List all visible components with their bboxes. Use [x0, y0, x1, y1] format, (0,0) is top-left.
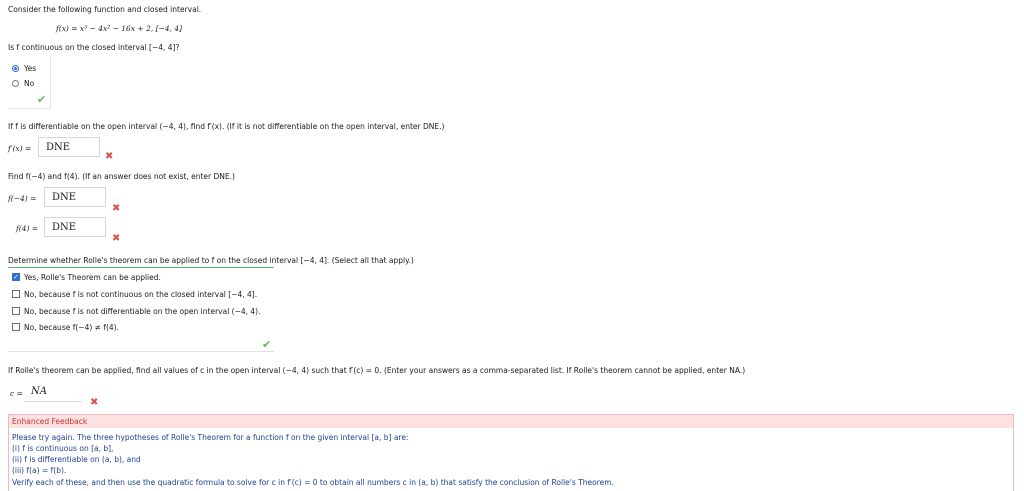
q4-prompt: Determine whether Rolle's theorem can be… [8, 256, 414, 265]
q3-label-f-neg4: f(−4) = [8, 194, 37, 203]
q1-option-no-label: No [24, 79, 35, 88]
q1-radio-no[interactable] [12, 80, 19, 87]
q2-label: f′(x) = [8, 144, 32, 153]
q5-answer-field[interactable]: NA [24, 382, 82, 402]
q4-option-2-label: No, because f is not continuous on the c… [24, 290, 258, 299]
enhanced-feedback-panel: Enhanced Feedback Please try again. The … [8, 414, 1014, 491]
q4-checkbox-not-continuous[interactable] [12, 290, 20, 298]
q1-prompt: Is f continuous on the closed interval [… [8, 43, 180, 52]
feedback-line: (ii) f is differentiable on (a, b), and [12, 455, 141, 464]
q4-option-4-label: No, because f(−4) ≠ f(4). [24, 323, 119, 332]
q1-option-yes-label: Yes [24, 64, 37, 73]
feedback-line: Verify each of these, and then use the q… [12, 478, 614, 487]
q4-option-3-label: No, because f is not differentiable on t… [24, 307, 261, 316]
q2-answer-field[interactable]: DNE [38, 137, 100, 157]
x-icon: ✖ [112, 233, 121, 244]
q4-option-1-label: Yes, Rolle's Theorem can be applied. [24, 273, 161, 282]
q3-answer-f-neg4[interactable]: DNE [44, 187, 106, 207]
feedback-line: Please try again. The three hypotheses o… [12, 433, 409, 442]
x-icon: ✖ [112, 203, 121, 214]
q2-prompt: If f is differentiable on the open inter… [8, 122, 445, 131]
q1-answer-area: Yes No ✔ [8, 56, 51, 109]
feedback-header: Enhanced Feedback [9, 415, 1013, 428]
feedback-line: (iii) f(a) = f(b). [12, 466, 67, 475]
q5-label: c = [10, 389, 23, 398]
q4-divider [8, 267, 274, 268]
feedback-line: (i) f is continuous on [a, b], [12, 444, 114, 453]
q4-checkbox-yes[interactable]: ✓ [12, 273, 20, 281]
q3-prompt: Find f(−4) and f(4). (If an answer does … [8, 172, 235, 181]
x-icon: ✖ [90, 397, 99, 408]
x-icon: ✖ [105, 151, 114, 162]
q4-bottom-divider [8, 351, 274, 352]
q3-answer-f-4[interactable]: DNE [44, 217, 106, 237]
q4-checkbox-not-differentiable[interactable] [12, 307, 20, 315]
function-definition: f(x) = x³ − 4x² − 16x + 2, [−4, 4] [56, 24, 183, 33]
q3-label-f-4: f(4) = [16, 224, 39, 233]
check-icon: ✔ [262, 338, 272, 351]
intro-text: Consider the following function and clos… [8, 5, 202, 14]
check-icon: ✔ [37, 93, 47, 106]
q1-radio-yes[interactable] [12, 65, 19, 72]
q5-prompt: If Rolle's theorem can be applied, find … [8, 366, 746, 375]
q4-checkbox-endpoints-differ[interactable] [12, 323, 20, 331]
